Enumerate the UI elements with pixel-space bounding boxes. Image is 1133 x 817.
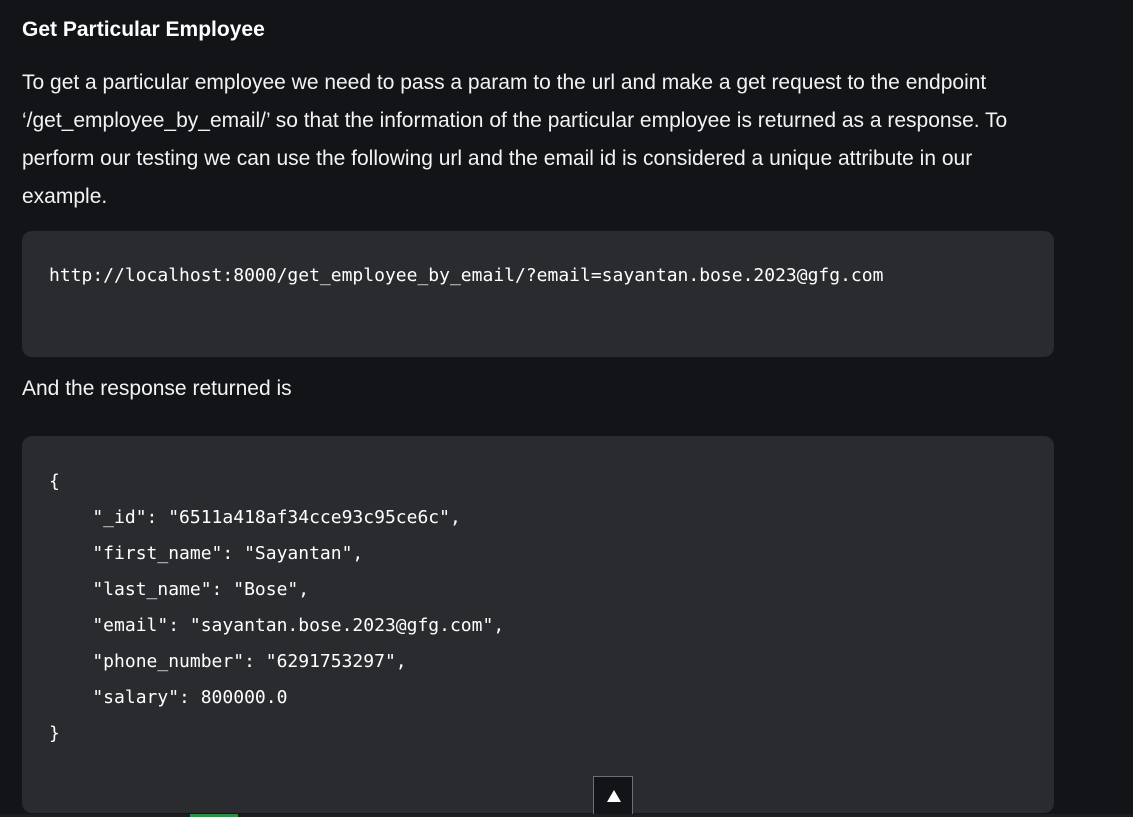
- response-code-line: "last_name": "Bose",: [49, 579, 310, 600]
- response-code-line: "salary": 800000.0: [49, 687, 288, 708]
- article-paragraph: To get a particular employee we need to …: [22, 71, 1008, 208]
- article-page: { "article": { "heading": "Get Particula…: [0, 0, 1133, 817]
- response-code-line: "first_name": "Sayantan",: [49, 543, 364, 564]
- url-code-block: http://localhost:8000/get_employee_by_em…: [22, 231, 1054, 357]
- response-code-line: "phone_number": "6291753297",: [49, 651, 407, 672]
- up-triangle-icon: [607, 790, 621, 802]
- response-intro: And the response returned is: [22, 377, 292, 400]
- response-code-block: { "_id": "6511a418af34cce93c95ce6c", "fi…: [22, 436, 1054, 813]
- url-code-line: http://localhost:8000/get_employee_by_em…: [49, 265, 884, 286]
- section-heading: Get Particular Employee: [22, 18, 265, 41]
- response-code-line: "_id": "6511a418af34cce93c95ce6c",: [49, 507, 461, 528]
- response-code-line: {: [49, 471, 60, 492]
- scroll-to-top-button[interactable]: [593, 776, 633, 816]
- response-code-line: "email": "sayantan.bose.2023@gfg.com",: [49, 615, 505, 636]
- response-code-line: }: [49, 723, 60, 744]
